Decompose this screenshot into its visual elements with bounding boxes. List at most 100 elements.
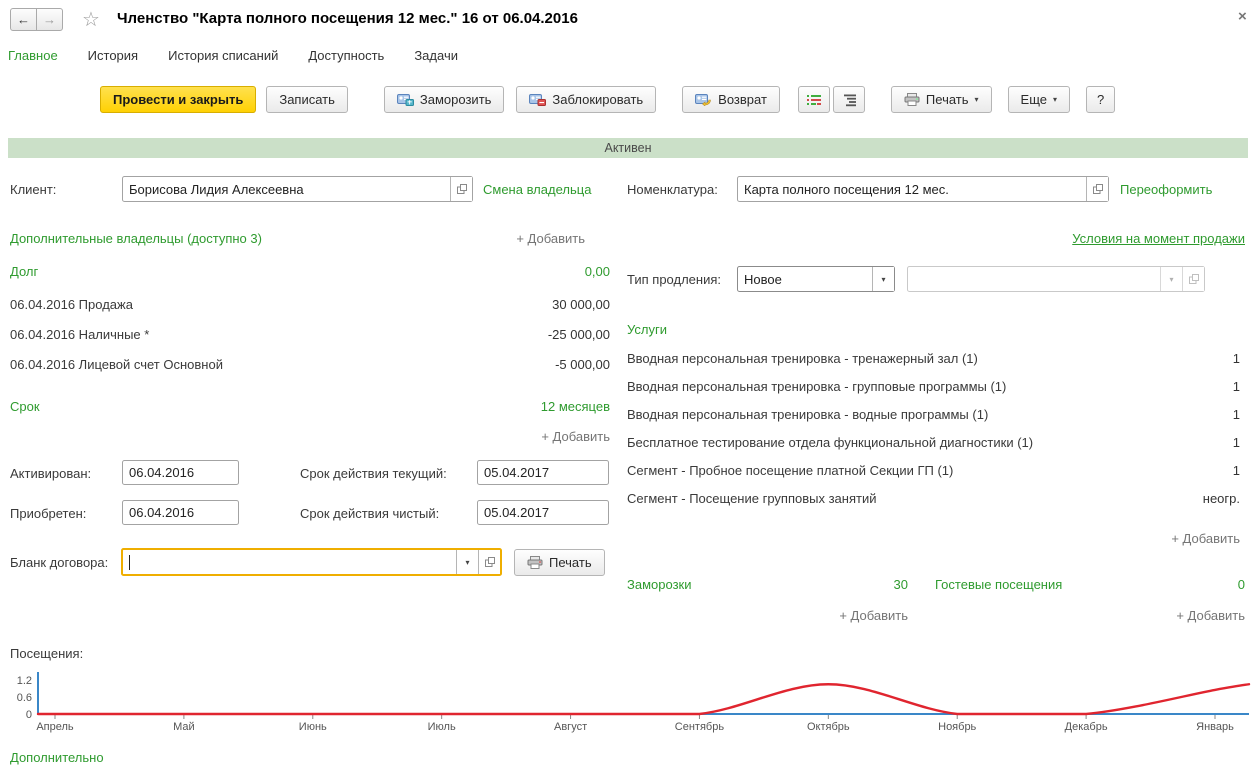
contract-blank-input[interactable] [130, 550, 456, 574]
nav-buttons: ← → [10, 8, 63, 31]
reissue-link[interactable]: Переоформить [1120, 182, 1212, 197]
dropdown-arrow-icon: ▾ [465, 558, 469, 567]
renewal-extra-select: ▾ [907, 266, 1205, 292]
change-owner-link[interactable]: Смена владельца [483, 182, 591, 197]
dropdown-arrow-icon: ▾ [1053, 95, 1057, 104]
add-owner-link[interactable]: + Добавить [420, 231, 585, 246]
visits-chart: 00.61.2АпрельМайИюньИюльАвгустСентябрьОк… [0, 660, 1256, 738]
service-row-count: 1 [1130, 351, 1240, 366]
service-row-name: Вводная персональная тренировка - группо… [627, 379, 1006, 394]
refund-button[interactable]: Возврат [682, 86, 780, 113]
page-title: Членство "Карта полного посещения 12 мес… [117, 10, 578, 27]
term-title: Срок [10, 399, 40, 414]
freeze-label: Заморозить [420, 92, 492, 107]
add-guest-visit-link[interactable]: + Добавить [1085, 608, 1245, 623]
tab-istoriya[interactable]: История [88, 48, 138, 63]
service-row-count: 1 [1130, 435, 1240, 450]
more-label: Еще [1021, 92, 1047, 107]
term-value: 12 месяцев [450, 399, 610, 414]
svg-text:Апрель: Апрель [36, 721, 74, 733]
add-term-link[interactable]: + Добавить [450, 429, 610, 444]
save-button[interactable]: Записать [266, 86, 348, 113]
svg-text:Июль: Июль [428, 721, 456, 733]
nomenclature-pick-button[interactable] [1086, 177, 1108, 201]
net-term-input[interactable] [477, 500, 609, 525]
service-row-count: 1 [1130, 463, 1240, 478]
block-card-icon [529, 93, 546, 106]
add-service-link[interactable]: + Добавить [1085, 531, 1240, 546]
client-label: Клиент: [10, 182, 56, 197]
block-label: Заблокировать [552, 92, 643, 107]
freeze-button[interactable]: Заморозить [384, 86, 505, 113]
service-row-name: Сегмент - Посещение групповых занятий [627, 491, 876, 506]
freezes-title: Заморозки [627, 577, 691, 592]
contract-blank-field: ▾ [121, 548, 502, 576]
tab-dostupnost[interactable]: Доступность [308, 48, 384, 63]
print-contract-button[interactable]: Печать [514, 549, 605, 576]
client-input[interactable] [123, 177, 450, 201]
debt-total: 0,00 [450, 264, 610, 279]
membership-card-window: ← → ☆ Членство "Карта полного посещения … [0, 0, 1256, 780]
section-tabs: Главное История История списаний Доступн… [8, 48, 458, 63]
svg-text:Ноябрь: Ноябрь [938, 721, 976, 733]
back-button[interactable]: ← [10, 8, 37, 31]
renewal-type-input[interactable] [738, 267, 872, 291]
printer-icon [527, 556, 543, 569]
svg-text:Сентябрь: Сентябрь [675, 721, 725, 733]
help-button[interactable]: ? [1086, 86, 1115, 113]
structure-button[interactable] [833, 86, 865, 113]
print-menu-button[interactable]: Печать ▾ [891, 86, 992, 113]
favorite-star-icon[interactable]: ☆ [82, 9, 100, 31]
tab-zadachi[interactable]: Задачи [414, 48, 458, 63]
forward-button[interactable]: → [36, 8, 63, 31]
sale-terms-link[interactable]: Условия на момент продажи [1000, 231, 1245, 246]
service-row-name: Бесплатное тестирование отдела функциона… [627, 435, 1033, 450]
add-freeze-link[interactable]: + Добавить [748, 608, 908, 623]
post-and-close-button[interactable]: Провести и закрыть [100, 86, 256, 113]
svg-text:0: 0 [26, 709, 32, 721]
debt-row-label: 06.04.2016 Продажа [10, 297, 133, 312]
nomenclature-input[interactable] [738, 177, 1086, 201]
open-picker-icon [484, 556, 496, 568]
additional-owners-title: Дополнительные владельцы (доступно 3) [10, 231, 262, 246]
current-term-label: Срок действия текущий: [300, 466, 447, 481]
nomenclature-label: Номенклатура: [627, 182, 718, 197]
svg-text:Январь: Январь [1196, 721, 1234, 733]
renewal-extra-input[interactable] [908, 267, 1160, 291]
svg-text:Декабрь: Декабрь [1065, 721, 1108, 733]
list-check-button[interactable] [798, 86, 830, 113]
contract-pick-button[interactable] [478, 550, 500, 574]
client-pick-button[interactable] [450, 177, 472, 201]
freezes-value: 30 [820, 577, 908, 592]
close-icon[interactable]: × [1238, 8, 1247, 25]
open-picker-icon [1092, 183, 1104, 195]
contract-dropdown-button[interactable]: ▾ [456, 550, 478, 574]
tab-glavnoe[interactable]: Главное [8, 48, 58, 63]
renewal-extra-dropdown-button[interactable]: ▾ [1160, 267, 1182, 291]
post-and-close-label: Провести и закрыть [113, 92, 243, 107]
block-button[interactable]: Заблокировать [516, 86, 656, 113]
purchased-input[interactable] [122, 500, 239, 525]
service-row-name: Сегмент - Пробное посещение платной Секц… [627, 463, 953, 478]
activated-input[interactable] [122, 460, 239, 485]
net-term-label: Срок действия чистый: [300, 506, 439, 521]
open-picker-icon [456, 183, 468, 195]
more-button[interactable]: Еще ▾ [1008, 86, 1070, 113]
service-row-count: 1 [1130, 379, 1240, 394]
service-row-count: неогр. [1130, 491, 1240, 506]
tab-istoriya-spisaniy[interactable]: История списаний [168, 48, 278, 63]
activated-label: Активирован: [10, 466, 91, 481]
refund-label: Возврат [718, 92, 767, 107]
forward-arrow-icon: → [43, 12, 56, 27]
additional-section-link[interactable]: Дополнительно [10, 750, 104, 765]
renewal-extra-pick-button[interactable] [1182, 267, 1204, 291]
renewal-type-select: ▾ [737, 266, 895, 292]
freeze-card-icon [397, 93, 414, 106]
contract-blank-label: Бланк договора: [10, 555, 108, 570]
dropdown-arrow-icon: ▾ [1169, 275, 1173, 284]
purchased-label: Приобретен: [10, 506, 86, 521]
renewal-dropdown-button[interactable]: ▾ [872, 267, 894, 291]
dropdown-arrow-icon: ▾ [881, 275, 885, 284]
svg-text:Июнь: Июнь [299, 721, 327, 733]
current-term-input[interactable] [477, 460, 609, 485]
